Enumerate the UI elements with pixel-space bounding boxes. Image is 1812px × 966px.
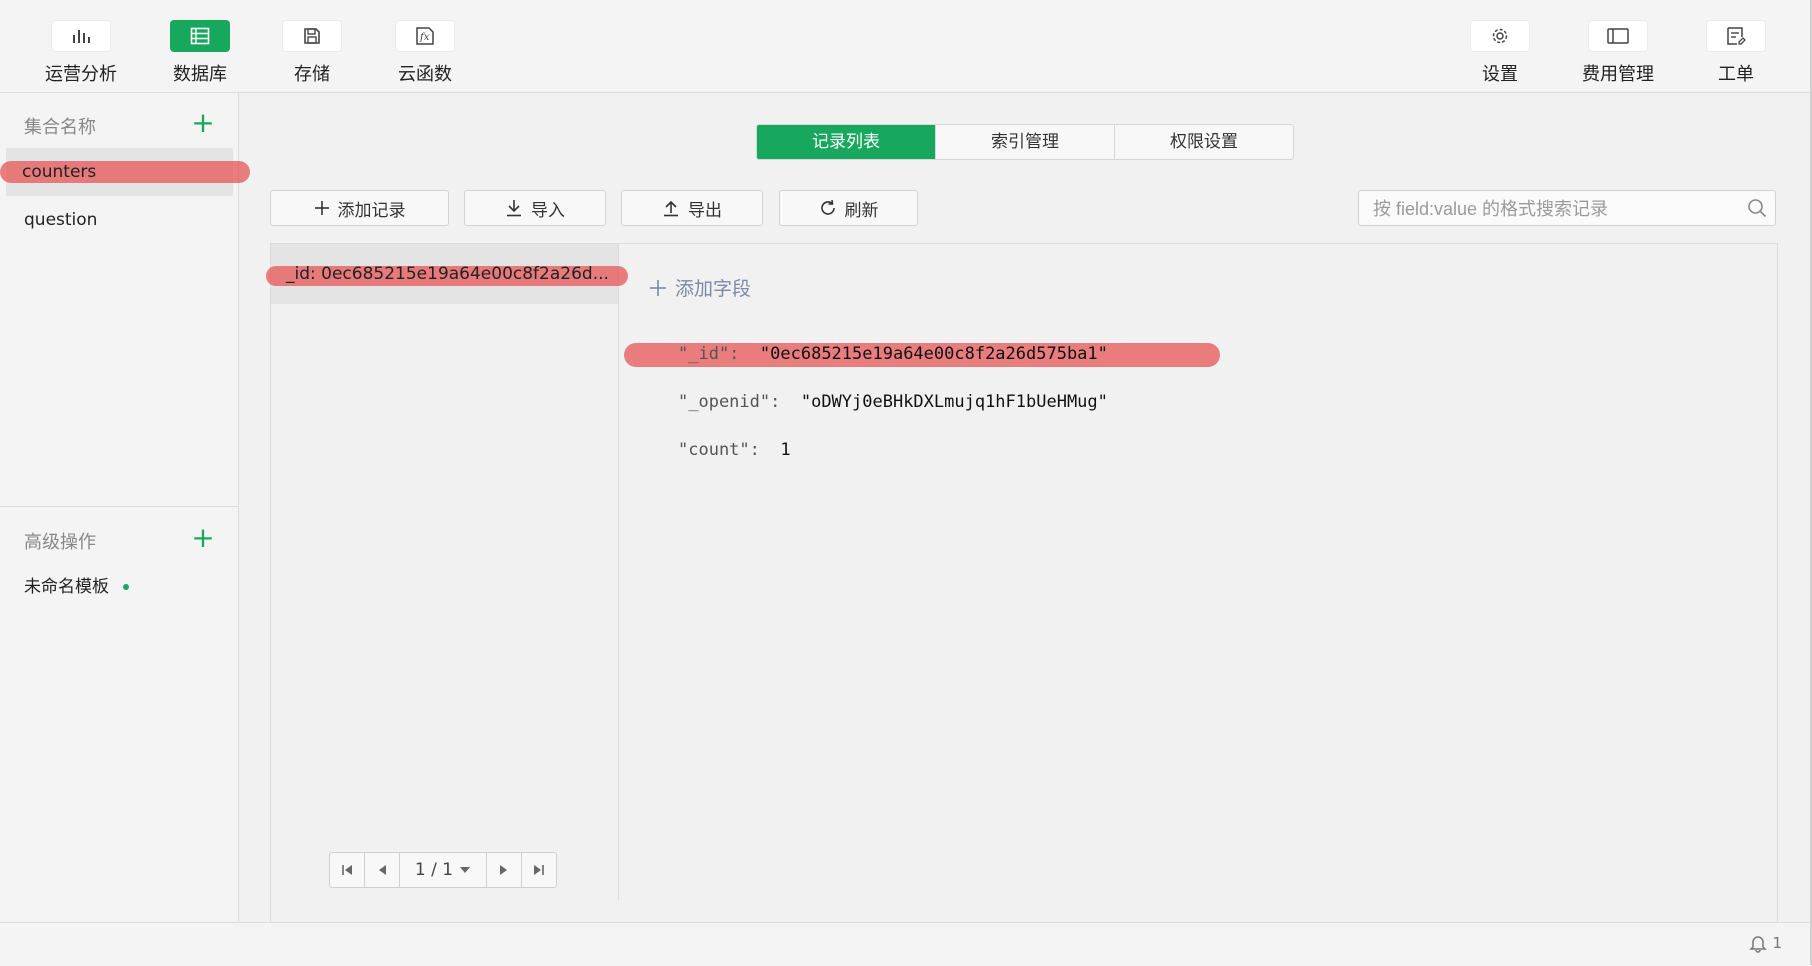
tickets-button[interactable] [1706, 20, 1766, 52]
top-toolbar: 运营分析 数据库 存储 fx 云函数 设置 费用管理 工单 [0, 0, 1810, 93]
advanced-header: 高级操作 [24, 532, 96, 553]
record-list: _id: 0ec685215e19a64e00c8f2a26d... 1 / 1 [271, 244, 619, 900]
toolbar-item-tickets[interactable]: 工单 [1686, 20, 1786, 86]
search-icon[interactable] [1747, 198, 1767, 222]
add-record-label: 添加记录 [337, 200, 406, 221]
selected-collection-text: counters [22, 162, 97, 182]
database-icon [190, 27, 210, 45]
field-value: "0ec685215e19a64e00c8f2a26d575ba1" [759, 344, 1108, 364]
add-field-label: 添加字段 [675, 278, 752, 300]
plus-icon [650, 279, 666, 296]
notification-count: 1 [1772, 934, 1782, 952]
template-label: 未命名模板 [24, 577, 109, 597]
collection-item-question[interactable]: question [6, 196, 233, 244]
field-key: "_openid": [678, 392, 781, 412]
toolbar-item-settings[interactable]: 设置 [1450, 20, 1550, 86]
plus-icon [314, 200, 330, 216]
pagination: 1 / 1 [329, 852, 557, 888]
toolbar-label: 云函数 [398, 64, 452, 85]
add-record-button[interactable]: 添加记录 [270, 190, 449, 226]
chevron-down-icon [460, 867, 471, 873]
collection-label: question [24, 210, 98, 230]
billing-card-icon [1607, 28, 1629, 44]
field-value: "oDWYj0eBHkDXLmujq1hF1bUeHMug" [800, 392, 1108, 412]
collections-header: 集合名称 [24, 117, 96, 138]
first-page-icon[interactable] [330, 853, 365, 887]
function-fx-icon: fx [416, 27, 434, 45]
toolbar-item-storage[interactable]: 存储 [262, 20, 362, 86]
tab-permission-settings[interactable]: 权限设置 [1115, 125, 1293, 159]
tab-record-list[interactable]: 记录列表 [757, 125, 936, 159]
toolbar-item-cloud-functions[interactable]: fx 云函数 [375, 20, 475, 86]
bell-icon [1749, 936, 1768, 953]
toolbar-label: 数据库 [173, 64, 227, 85]
field-key: "_id": [678, 344, 740, 364]
refresh-icon [819, 199, 837, 217]
database-button[interactable] [170, 20, 230, 52]
record-search[interactable] [1358, 190, 1776, 227]
add-template-plus-icon[interactable]: + [190, 524, 216, 552]
export-button[interactable]: 导出 [621, 190, 763, 226]
template-item[interactable]: 未命名模板 [6, 563, 233, 611]
toolbar-label: 费用管理 [1582, 64, 1654, 85]
upload-icon [662, 199, 680, 217]
field-row-id[interactable]: "_id": "0ec685215e19a64e00c8f2a26d575ba1… [678, 344, 1108, 364]
gear-icon [1492, 28, 1508, 44]
toolbar-item-analytics[interactable]: 运营分析 [31, 20, 131, 86]
add-field-button[interactable]: 添加字段 [649, 274, 751, 301]
collections-sidebar: 集合名称 + counters question 高级操作 + 未命名模板 [0, 93, 239, 921]
next-page-icon[interactable] [487, 853, 522, 887]
sidebar-divider [0, 506, 238, 507]
toolbar-label: 运营分析 [45, 64, 117, 85]
toolbar-label: 设置 [1482, 64, 1518, 85]
floppy-disk-icon [304, 28, 320, 44]
field-key: "count": [678, 440, 760, 460]
last-page-icon[interactable] [522, 853, 556, 887]
page-number: 1 / 1 [414, 860, 454, 880]
add-collection-plus-icon[interactable]: + [190, 109, 216, 137]
field-value: 1 [780, 440, 791, 460]
settings-button[interactable] [1470, 20, 1530, 52]
toolbar-label: 工单 [1718, 64, 1754, 85]
refresh-button[interactable]: 刷新 [779, 190, 918, 226]
search-input[interactable] [1359, 191, 1745, 227]
ticket-icon [1727, 27, 1746, 45]
tab-index-management[interactable]: 索引管理 [936, 125, 1115, 159]
cloud-functions-button[interactable]: fx [395, 20, 455, 52]
export-label: 导出 [688, 200, 722, 221]
field-row-openid[interactable]: "_openid": "oDWYj0eBHkDXLmujq1hF1bUeHMug… [678, 392, 1108, 412]
toolbar-label: 存储 [294, 64, 330, 85]
prev-page-icon[interactable] [365, 853, 400, 887]
unsaved-dot-icon [123, 584, 129, 590]
svg-text:fx: fx [419, 32, 430, 43]
field-row-count[interactable]: "count": 1 [678, 440, 791, 460]
bar-chart-icon [73, 30, 90, 43]
view-tabs: 记录列表 索引管理 权限设置 [756, 124, 1294, 160]
page-selector[interactable]: 1 / 1 [400, 853, 487, 887]
toolbar-item-billing[interactable]: 费用管理 [1568, 20, 1668, 86]
analytics-button[interactable] [51, 20, 111, 52]
toolbar-item-database[interactable]: 数据库 [150, 20, 250, 86]
notifications[interactable]: 1 [1748, 933, 1782, 953]
storage-button[interactable] [282, 20, 342, 52]
status-bar: 1 [0, 922, 1812, 966]
record-list-item-text: _id: 0ec685215e19a64e00c8f2a26d... [286, 264, 609, 284]
download-icon [505, 199, 523, 217]
billing-button[interactable] [1588, 20, 1648, 52]
import-label: 导入 [531, 200, 565, 221]
import-button[interactable]: 导入 [464, 190, 606, 226]
refresh-label: 刷新 [844, 200, 879, 221]
